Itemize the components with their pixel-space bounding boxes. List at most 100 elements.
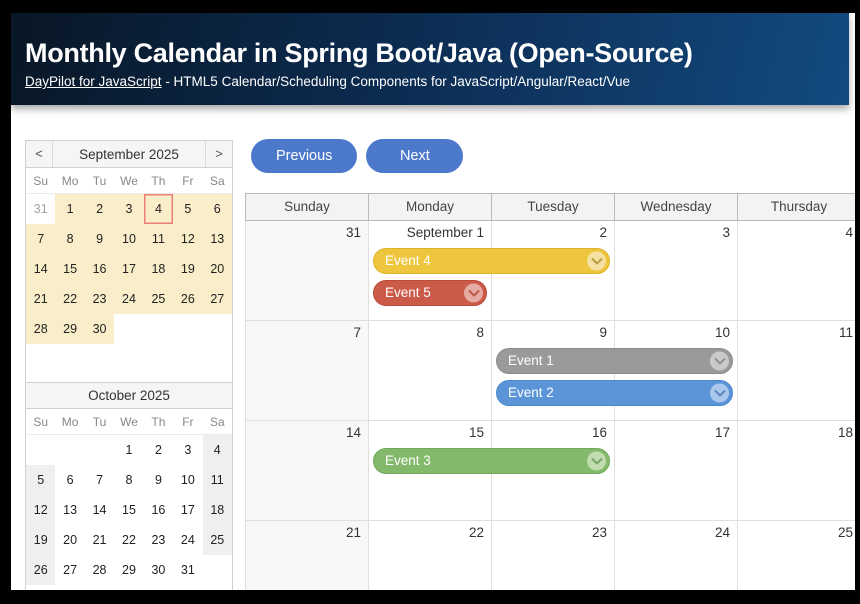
previous-month-button[interactable]: < — [26, 141, 53, 167]
mini-day-cell[interactable]: 14 — [85, 495, 114, 525]
mini-day-cell[interactable]: 30 — [144, 555, 173, 585]
mini-day-cell[interactable]: 4 — [144, 194, 173, 224]
mini-day-cell[interactable]: 9 — [144, 465, 173, 495]
mini-day-cell[interactable]: 26 — [26, 555, 55, 585]
day-cell[interactable]: 17 — [615, 421, 738, 521]
mini-day-cell[interactable]: 19 — [173, 254, 202, 284]
date-navigator: <September 2025>SuMoTuWeThFrSa3112345678… — [25, 140, 233, 590]
mini-day-cell[interactable]: 20 — [55, 525, 84, 555]
mini-day-cell[interactable]: 7 — [85, 465, 114, 495]
mini-day-cell[interactable]: 12 — [26, 495, 55, 525]
event-pill[interactable]: Event 1 — [496, 348, 733, 374]
weekday-label: Sa — [203, 168, 232, 194]
mini-day-cell[interactable]: 10 — [114, 224, 143, 254]
mini-day-cell[interactable]: 27 — [203, 284, 232, 314]
mini-day-cell[interactable]: 3 — [173, 435, 202, 465]
event-pill[interactable]: Event 5 — [373, 280, 487, 306]
day-cell[interactable]: 8 — [369, 321, 492, 421]
mini-day-cell[interactable]: 13 — [55, 495, 84, 525]
mini-day-cell[interactable]: 3 — [114, 194, 143, 224]
event-label: Event 5 — [374, 285, 431, 300]
day-cell[interactable]: 25 — [738, 521, 855, 590]
mini-day-cell[interactable]: 26 — [173, 284, 202, 314]
mini-day-cell[interactable]: 24 — [114, 284, 143, 314]
calendar-week-row: 14151617181920Event 3 — [245, 421, 855, 521]
day-cell[interactable]: 7 — [246, 321, 369, 421]
event-pill[interactable]: Event 4 — [373, 248, 610, 274]
mini-day-cell[interactable]: 5 — [173, 194, 202, 224]
event-menu-button[interactable] — [710, 384, 729, 403]
day-cell[interactable]: 21 — [246, 521, 369, 590]
mini-day-cell[interactable]: 1 — [55, 194, 84, 224]
mini-day-cell[interactable]: 28 — [85, 555, 114, 585]
mini-day-cell[interactable]: 23 — [144, 525, 173, 555]
mini-day-cell[interactable]: 18 — [203, 495, 232, 525]
mini-day-cell[interactable]: 13 — [203, 224, 232, 254]
calendar-week-row: 21222324252627 — [245, 521, 855, 590]
mini-day-cell[interactable]: 6 — [203, 194, 232, 224]
mini-day-cell[interactable]: 27 — [55, 555, 84, 585]
mini-day-cell[interactable]: 10 — [173, 465, 202, 495]
mini-day-cell[interactable]: 21 — [26, 284, 55, 314]
day-number: 11 — [738, 321, 855, 340]
mini-day-cell[interactable]: 30 — [85, 314, 114, 344]
mini-day-cell[interactable]: 6 — [55, 465, 84, 495]
mini-day-cell[interactable]: 11 — [203, 465, 232, 495]
mini-day-cell[interactable]: 22 — [55, 284, 84, 314]
mini-day-cell[interactable]: 25 — [144, 284, 173, 314]
event-pill[interactable]: Event 3 — [373, 448, 610, 474]
next-month-button[interactable]: > — [205, 141, 232, 167]
mini-day-cell[interactable]: 21 — [85, 525, 114, 555]
mini-day-cell[interactable]: 2 — [144, 435, 173, 465]
mini-day-cell[interactable]: 14 — [26, 254, 55, 284]
daypilot-link[interactable]: DayPilot for JavaScript — [25, 74, 162, 89]
day-cell[interactable]: 23 — [492, 521, 615, 590]
mini-day-cell[interactable]: 8 — [114, 465, 143, 495]
mini-day-cell[interactable]: 31 — [26, 194, 55, 224]
mini-day-cell[interactable]: 23 — [85, 284, 114, 314]
day-cell[interactable]: 3 — [615, 221, 738, 321]
day-cell[interactable]: 4 — [738, 221, 855, 321]
mini-day-cell[interactable]: 29 — [55, 314, 84, 344]
mini-day-cell[interactable]: 5 — [26, 465, 55, 495]
day-cell[interactable]: 14 — [246, 421, 369, 521]
mini-day-cell[interactable]: 29 — [114, 555, 143, 585]
mini-day-cell[interactable]: 9 — [85, 224, 114, 254]
mini-day-cell[interactable]: 28 — [26, 314, 55, 344]
event-menu-button[interactable] — [587, 252, 606, 271]
mini-day-cell[interactable]: 16 — [85, 254, 114, 284]
day-cell[interactable]: 18 — [738, 421, 855, 521]
day-cell[interactable]: 24 — [615, 521, 738, 590]
day-cell[interactable]: 22 — [369, 521, 492, 590]
mini-day-cell[interactable]: 4 — [203, 435, 232, 465]
day-cell[interactable]: 31 — [246, 221, 369, 321]
day-cell[interactable]: 11 — [738, 321, 855, 421]
mini-day-cell[interactable]: 17 — [114, 254, 143, 284]
mini-day-cell[interactable]: 15 — [55, 254, 84, 284]
navigator-grid: 3112345678910111213141516171819202122232… — [26, 194, 232, 344]
mini-day-cell[interactable]: 18 — [144, 254, 173, 284]
event-menu-button[interactable] — [710, 352, 729, 371]
mini-day-cell[interactable]: 24 — [173, 525, 202, 555]
event-menu-button[interactable] — [464, 284, 483, 303]
mini-day-cell[interactable]: 15 — [114, 495, 143, 525]
mini-day-cell[interactable]: 7 — [26, 224, 55, 254]
mini-day-cell[interactable]: 1 — [114, 435, 143, 465]
mini-day-cell[interactable]: 22 — [114, 525, 143, 555]
mini-day-cell[interactable]: 12 — [173, 224, 202, 254]
mini-day-cell[interactable]: 19 — [26, 525, 55, 555]
event-pill[interactable]: Event 2 — [496, 380, 733, 406]
mini-day-cell[interactable]: 20 — [203, 254, 232, 284]
mini-day-cell[interactable]: 11 — [144, 224, 173, 254]
previous-button[interactable]: Previous — [251, 139, 357, 173]
mini-day-cell[interactable]: 25 — [203, 525, 232, 555]
mini-day-cell[interactable]: 17 — [173, 495, 202, 525]
mini-day-cell[interactable]: 16 — [144, 495, 173, 525]
mini-day-cell[interactable]: 2 — [85, 194, 114, 224]
mini-day-cell — [173, 314, 202, 344]
next-button[interactable]: Next — [366, 139, 463, 173]
mini-day-cell[interactable]: 31 — [173, 555, 202, 585]
mini-day-cell[interactable]: 8 — [55, 224, 84, 254]
event-menu-button[interactable] — [587, 452, 606, 471]
weekday-label: Mo — [55, 409, 84, 435]
